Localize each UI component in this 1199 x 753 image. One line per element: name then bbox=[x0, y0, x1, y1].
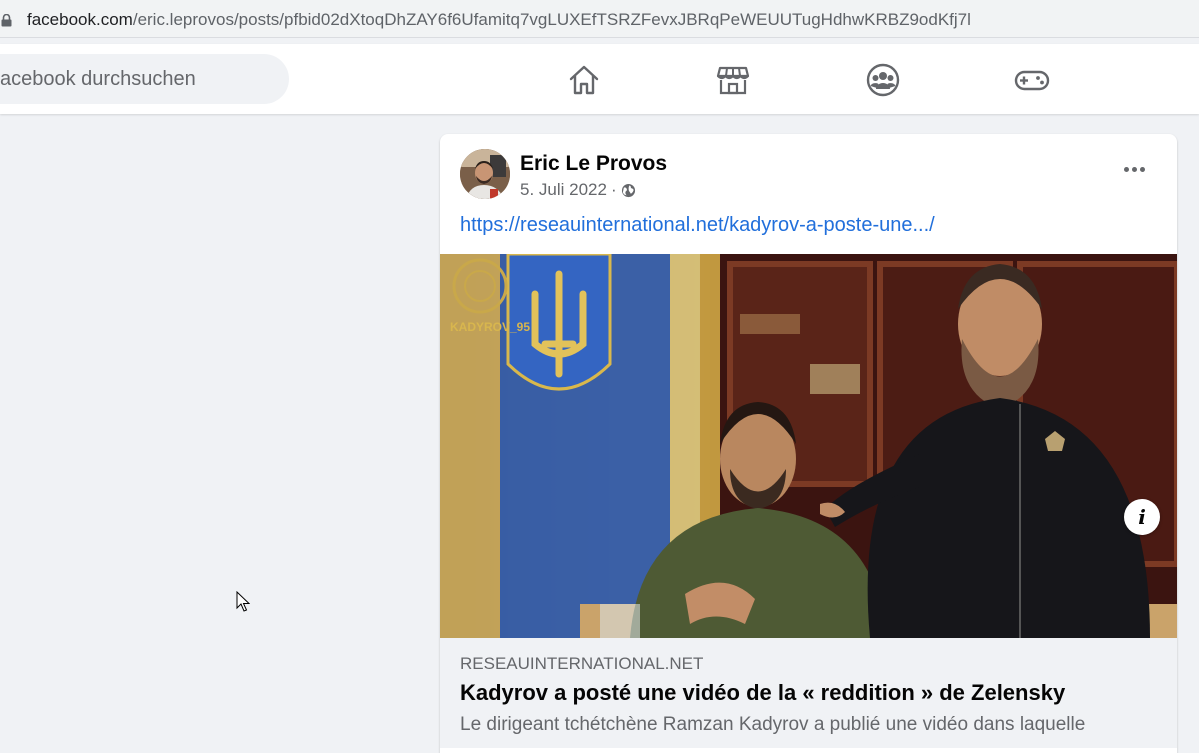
link-domain: RESEAUINTERNATIONAL.NET bbox=[460, 654, 704, 673]
globe-icon[interactable] bbox=[621, 183, 636, 198]
groups-icon[interactable] bbox=[865, 62, 901, 98]
post-author[interactable]: Eric Le Provos bbox=[520, 152, 667, 176]
gaming-icon[interactable] bbox=[1014, 62, 1050, 98]
post-card: Eric Le Provos 5. Juli 2022 · https://re… bbox=[440, 134, 1177, 753]
post-meta: 5. Juli 2022 · bbox=[520, 180, 636, 200]
facebook-top-nav: acebook durchsuchen bbox=[0, 44, 1199, 114]
post-link[interactable]: https://reseauinternational.net/kadyrov-… bbox=[460, 214, 935, 237]
lock-icon bbox=[1, 14, 12, 27]
link-title[interactable]: Kadyrov a posté une vidéo de la « reddit… bbox=[460, 680, 1065, 706]
url-path: /eric.leprovos/posts/pfbid02dXtoqDhZAY6f… bbox=[132, 10, 971, 29]
mouse-cursor-icon bbox=[236, 591, 250, 612]
search-input[interactable]: acebook durchsuchen bbox=[0, 54, 289, 104]
more-options-button[interactable] bbox=[1117, 159, 1151, 179]
url-text: facebook.com/eric.leprovos/posts/pfbid02… bbox=[27, 10, 971, 30]
info-icon[interactable]: i bbox=[1124, 499, 1160, 535]
marketplace-icon[interactable] bbox=[715, 62, 751, 98]
url-field[interactable]: facebook.com/eric.leprovos/posts/pfbid02… bbox=[0, 2, 1199, 36]
search-placeholder: acebook durchsuchen bbox=[0, 68, 196, 90]
avatar[interactable] bbox=[460, 149, 510, 199]
browser-address-bar: facebook.com/eric.leprovos/posts/pfbid02… bbox=[0, 0, 1199, 38]
link-description: Le dirigeant tchétchène Ramzan Kadyrov a… bbox=[460, 714, 1086, 735]
post-date[interactable]: 5. Juli 2022 bbox=[520, 180, 607, 200]
link-preview-box[interactable]: RESEAUINTERNATIONAL.NET Kadyrov a posté … bbox=[440, 638, 1177, 748]
url-host: facebook.com bbox=[27, 10, 133, 29]
home-icon[interactable] bbox=[566, 62, 602, 98]
meta-separator: · bbox=[610, 180, 617, 199]
link-preview-image[interactable]: KADYROV_95 bbox=[440, 254, 1177, 638]
image-watermark: KADYROV_95 bbox=[450, 320, 530, 334]
